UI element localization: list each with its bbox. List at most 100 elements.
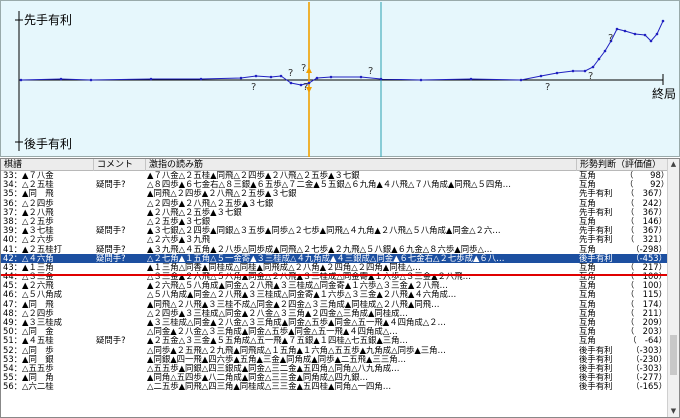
evaluation-point [199, 77, 203, 81]
table-row[interactable]: 48：△２四歩 △２四歩▲３三桂成△同金▲２八金△３三角▲２四金△三角成▲同桂成…… [1, 309, 668, 318]
value-cell: （-298） [631, 244, 667, 254]
table-row[interactable]: 38：△２五歩 △２五歩▲３七銀 互角 （ 146） [1, 217, 668, 226]
move-cell: 53：▲同 銀 [3, 354, 54, 364]
comment-cell [96, 290, 144, 299]
table-row[interactable]: 36：△２四歩 △２四歩▲２八飛△２五歩▲３七銀 互角 （ 242） [1, 199, 668, 208]
value-cell: （-303） [631, 345, 667, 355]
evaluation-point [623, 29, 627, 33]
pv-cell: △５八角成▲同金△２八飛▲３三桂成△同金寄▲１六歩△３三金▲２八飛▲４六角成… [147, 290, 457, 300]
evaluation-point [633, 32, 637, 36]
comment-cell [96, 235, 144, 244]
table-row[interactable]: 42：△４六角 疑問手? △２七角▲１五角△５一金寄▲３三桂成△４九角成▲４三銀成△… [1, 253, 668, 263]
move-cell: 34：△２五桂 [3, 180, 54, 190]
header-pv[interactable]: 激指の読み筋 [146, 159, 577, 171]
evaluation-point [661, 19, 665, 23]
table-row[interactable]: 55：▲同 角 ▲同角△五四歩▲八二角成▲同金△三三金▲同角成△四九銀… 後手有利 （… [1, 373, 668, 382]
comment-cell [96, 364, 144, 373]
evaluation-point [583, 69, 587, 73]
move-cell: 43：▲１三角 [3, 262, 54, 272]
judgement-cell: 互角 [579, 198, 596, 208]
table-row[interactable]: 39：▲３七桂 疑問手? ▲３七銀△２四歩▲同銀△３五歩▲同歩△２七歩▲同飛△４九角… [1, 226, 668, 235]
judgement-cell: 先手有利 [579, 226, 613, 236]
table-row[interactable]: 41：▲２五桂打 疑問手? ▲３九飛△４五角▲２八歩△同歩成▲同飛△２七歩▲２九飛△… [1, 245, 668, 254]
comment-cell [96, 318, 144, 327]
value-cell: （ 367） [625, 226, 667, 236]
judgement-cell: 先手有利 [579, 207, 613, 217]
question-mark: ? [288, 68, 293, 79]
table-row[interactable]: 56：△六二桂 △二五歩▲同飛△四三角▲同桂成△三三金▲五四桂▲同角△一四角… 後手… [1, 382, 668, 391]
pv-cell: △２六歩▲３九飛 [147, 235, 211, 245]
graph-canvas[interactable]: ???????? [1, 1, 680, 158]
judgement-cell: 互角 [579, 171, 596, 180]
table-row[interactable]: 50：△同 金 △同金▲２八金△３三角成▲同金△五歩▲同金△五一飛▲４四角成△… 互… [1, 327, 668, 336]
move-cell: 36：△２四歩 [3, 198, 54, 208]
evaluation-point [279, 74, 283, 78]
header-kifu[interactable]: 棋譜 [1, 159, 94, 171]
pv-cell: △２五歩▲３七銀 [147, 216, 211, 226]
move-cell: 50：△同 金 [3, 327, 54, 337]
table-row[interactable]: 54：△五五歩 △五五歩▲同銀△四三銀成▲同金△三二金▲五四角△同角△八九角成… 後… [1, 364, 668, 373]
evaluation-point [603, 49, 607, 53]
comment-cell: 疑問手? [96, 336, 126, 346]
value-cell: （-303） [631, 363, 667, 373]
comment-cell: 疑問手? [96, 180, 126, 190]
table-row[interactable]: 33：▲７八金 ▲７八金△２五桂▲同飛△２四歩▲２八飛△２五歩▲３七銀 互角 （ 98… [1, 171, 668, 180]
evaluation-line [20, 20, 664, 86]
table-row[interactable]: 49：▲３三桂成 ▲３三桂成△同金▲２八金△３三角成▲同金△五歩▲同金△五一飛▲４… [1, 318, 668, 327]
pv-cell: △２七角▲１五角△５一金寄▲３三桂成△４九角成▲４三銀成△同金▲６七金右△２七歩… [147, 253, 505, 263]
judgement-cell: 互角 [579, 180, 596, 190]
value-cell: （-230） [631, 354, 667, 364]
pv-cell: △８四歩▲６七金右△８三銀▲６五歩△７二金▲５五銀△６九角▲４八飛△７八角成▲同… [147, 180, 511, 190]
value-cell: （ 203） [625, 327, 667, 337]
comment-cell [96, 300, 144, 309]
judgement-cell: 後手有利 [579, 382, 613, 392]
value-cell: （ -64） [628, 336, 667, 346]
table-row[interactable]: 46：△５八角成 △５八角成▲同金△２八飛▲３三桂成△同金寄▲１六歩△３三金▲２八… [1, 290, 668, 299]
judgement-cell: 先手有利 [579, 189, 613, 199]
evaluation-graph[interactable]: ???????? 先手有利 後手有利 終局 [0, 0, 680, 157]
comment-cell [96, 208, 144, 217]
table-row[interactable]: 37：▲２八飛 ▲２八飛△２五歩▲３七銀 先手有利 （ 367） [1, 208, 668, 217]
move-cell: 33：▲７八金 [3, 171, 54, 180]
comment-cell [96, 309, 144, 318]
move-cell: 49：▲３三桂成 [3, 318, 62, 327]
table-body[interactable]: 33：▲７八金 ▲７八金△２五桂▲同飛△２四歩▲２八飛△２五歩▲３七銀 互角（ 98… [1, 171, 668, 417]
value-cell: （ 367） [625, 207, 667, 217]
comment-cell [96, 373, 144, 382]
move-table[interactable]: 棋譜 コメント 激指の読み筋 形勢判断（評価値） 33：▲７八金 ▲７八金△２五桂… [0, 158, 680, 418]
vertical-scrollbar[interactable]: ▲ ▼ [667, 159, 679, 417]
comment-cell [96, 199, 144, 208]
pv-cell: ▲１三角△同香▲同桂成△同桂▲同飛成△２八角▲２四角△２四角▲同桂△… [147, 262, 421, 272]
move-cell: 52：△同 歩 [3, 345, 54, 355]
pv-cell: △同金▲２八金△３三角成▲同金△五歩▲同金△五一飛▲４四角成△… [147, 327, 398, 337]
table-row[interactable]: 53：▲同 銀 ▲同銀▲四一飛▲四六歩▲五角▲三金▲同角成▲同歩▲二五飛▲三三角…… [1, 355, 668, 364]
table-row[interactable]: 51：▲４五桂 疑問手? ▲２五金△３三金▲５五角成△五一飛▲７五銀▲１四桂△七五銀… [1, 336, 668, 345]
move-cell: 56：△六二桂 [3, 382, 54, 392]
scroll-thumb[interactable] [670, 335, 677, 375]
pv-cell: △２四歩▲２八飛△２五歩▲３七銀 [147, 198, 274, 208]
table-row[interactable]: 34：△２五桂 疑問手? △８四歩▲６七金右△８三銀▲６五歩△７二金▲５五銀△６九角… [1, 180, 668, 189]
evaluation-point [591, 65, 595, 69]
label-sente-advantage: 先手有利 [23, 11, 74, 28]
value-cell: （-277） [631, 373, 667, 383]
table-row[interactable]: 35：▲同 飛 ▲同飛△２四歩▲２八飛△２五歩▲３七銀 先手有利 （ 367） [1, 189, 668, 198]
header-judgement[interactable]: 形勢判断（評価値） [577, 159, 668, 171]
evaluation-point [59, 77, 63, 81]
judgement-cell: 互角 [579, 216, 596, 226]
table-row[interactable]: 45：▲２六飛 ▲２六飛△５八角成▲同金△２八飛▲３三桂成△同金寄▲１六歩△３三金… [1, 281, 668, 290]
value-cell: （ 115） [625, 290, 667, 300]
header-comment[interactable]: コメント [94, 159, 146, 171]
value-cell: （ 174） [625, 299, 667, 309]
pv-cell: △２四歩▲３三桂成△同金▲２八金△３三角▲２四金△三角成▲同桂成… [147, 308, 408, 318]
table-row[interactable]: 43：▲１三角 ▲１三角△同香▲同桂成△同桂▲同飛成△２八角▲２四角△２四角▲同桂… [1, 263, 668, 272]
evaluation-point [539, 74, 543, 78]
evaluation-point [149, 77, 153, 81]
evaluation-point [649, 39, 653, 43]
table-row[interactable]: 40：△２六歩 △２六歩▲３九飛 先手有利 （ 321） [1, 235, 668, 244]
table-row[interactable]: 47：▲同 飛 ▲同飛△２八飛▲３三桂不成△同金▲２四金△３三角成▲同桂成△２八飛… [1, 300, 668, 309]
evaluation-point [299, 83, 303, 87]
scroll-up-icon[interactable]: ▲ [668, 159, 679, 170]
judgement-cell: 互角 [579, 299, 596, 309]
table-row[interactable]: 52：△同 歩 △同歩▲２五飛△２九飛▲同飛成△１五角▲１六角△五五歩▲九角成△同… [1, 346, 668, 355]
scroll-down-icon[interactable]: ▼ [668, 406, 679, 417]
